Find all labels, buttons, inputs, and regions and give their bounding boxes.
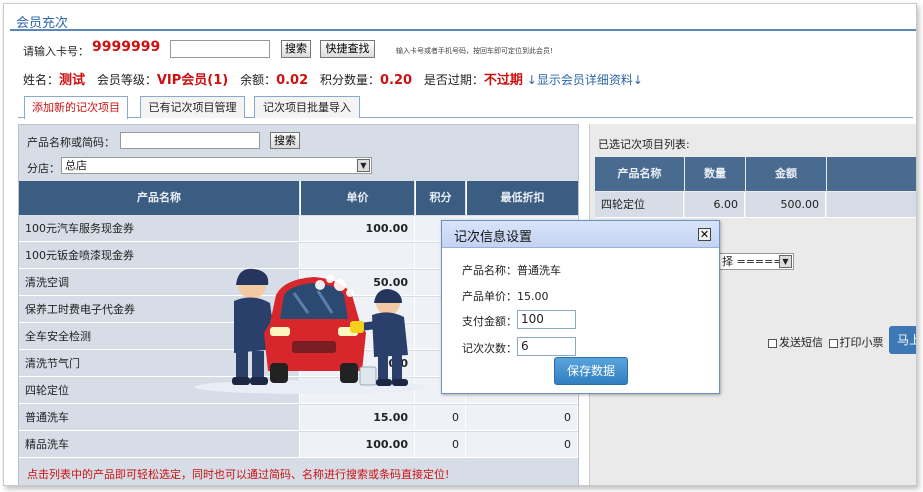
card-value: 9999999 — [92, 39, 161, 55]
app-window: 会员充次 请输入卡号： 9999999 搜索 快捷查找 输入卡号或者手机号码，按… — [3, 3, 917, 486]
balance-label: 余额： — [240, 73, 277, 87]
store-select[interactable]: 总店 ▼ — [61, 157, 372, 174]
expired-label: 是否过期： — [423, 73, 484, 87]
product-row-disc: 0 — [466, 432, 578, 458]
product-row-name[interactable]: 100元汽车服务现金券 — [19, 216, 300, 242]
sms-label: 发送短信 — [779, 336, 823, 349]
count-times-input[interactable]: 6 — [517, 337, 576, 356]
product-row-name[interactable]: 普通洗车 — [19, 405, 300, 431]
product-row-price: 100.00 — [300, 216, 415, 242]
product-hint: 点击列表中的产品即可轻松选定，同时也可以通过简码、名称进行搜索或条码直接定位! — [27, 468, 450, 481]
sel-row-name[interactable]: 四轮定位 — [595, 192, 684, 218]
sel-header-extra — [827, 157, 916, 191]
product-row-points: 0 — [415, 432, 466, 458]
name-value: 测试 — [59, 73, 86, 88]
product-row-points: 0 — [415, 405, 466, 431]
name-label: 姓名： — [23, 73, 60, 87]
page-header: 会员充次 — [10, 9, 916, 31]
option-select[interactable]: 择 ===== ▼ — [718, 253, 794, 270]
car-wash-illustration — [194, 268, 426, 394]
level-value: VIP会员(1) — [156, 73, 229, 88]
member-search-button[interactable]: 搜索 — [281, 40, 311, 58]
level-label: 会员等级： — [96, 73, 157, 87]
sel-row-qty: 6.00 — [685, 192, 745, 218]
tab-manage-items[interactable]: 已有记次项目管理 — [140, 96, 245, 118]
card-input[interactable] — [170, 40, 270, 58]
chevron-down-icon: ▼ — [779, 255, 792, 268]
balance-value: 0.02 — [276, 73, 309, 88]
dialog-title: 记次信息设置 — [454, 230, 533, 245]
print-checkbox[interactable] — [828, 338, 838, 348]
sel-row-extra — [827, 192, 916, 218]
product-search-button[interactable]: 搜索 — [270, 132, 300, 149]
save-data-button[interactable]: 保存数据 — [554, 357, 628, 385]
sms-option[interactable]: 发送短信 打印小票 — [768, 334, 884, 350]
store-label: 分店： — [27, 162, 60, 175]
pay-amount-label: 支付金额： — [462, 315, 517, 328]
store-select-value: 总店 — [65, 159, 87, 172]
tab-add-item[interactable]: 添加新的记次项目 — [24, 96, 128, 119]
dialog-header: 记次信息设置 ✕ — [442, 221, 719, 248]
tab-bar: 添加新的记次项目 已有记次项目管理 记次项目批量导入 — [18, 96, 913, 119]
close-icon[interactable]: ✕ — [698, 228, 711, 241]
sms-checkbox[interactable] — [768, 338, 777, 348]
sel-header-qty: 数量 — [685, 157, 745, 191]
print-label: 打印小票 — [839, 336, 884, 349]
dialog-price: 产品单价：15.00 — [462, 288, 549, 304]
tab-batch-import[interactable]: 记次项目批量导入 — [254, 96, 360, 118]
member-info: 姓名：测试 会员等级：VIP会员(1) 余额：0.02 积分数量：0.20 是否… — [23, 69, 643, 88]
col-header-points: 积分 — [415, 181, 465, 215]
chevron-down-icon: ▼ — [357, 159, 370, 172]
points-value: 0.20 — [380, 73, 413, 88]
points-label: 积分数量： — [319, 73, 380, 87]
product-row-price: 100.00 — [300, 432, 415, 458]
product-price-value: 15.00 — [517, 290, 549, 303]
card-hint: 输入卡号或者手机号码，按回车即可定位到此会员! — [396, 47, 553, 55]
option-select-value: 择 ===== — [722, 255, 783, 268]
product-search-label: 产品名称或简码： — [27, 136, 115, 149]
sel-row-amount: 500.00 — [746, 192, 826, 218]
product-search-input[interactable] — [120, 132, 260, 149]
sel-header-amount: 金额 — [746, 157, 826, 191]
product-price-label: 产品单价： — [462, 290, 517, 303]
page-title: 会员充次 — [16, 16, 69, 31]
sel-header-name: 产品名称 — [595, 157, 684, 191]
product-row-price: 15.00 — [300, 405, 415, 431]
product-name-label: 产品名称： — [462, 264, 517, 277]
member-detail-link[interactable]: ↓显示会员详细资料↓ — [527, 73, 643, 87]
product-name-value: 普通洗车 — [517, 264, 561, 277]
dialog-product: 产品名称：普通洗车 — [462, 262, 561, 278]
submit-button[interactable]: 马上 — [889, 326, 916, 354]
col-header-name: 产品名称 — [19, 181, 299, 215]
product-row-name[interactable]: 精品洗车 — [19, 432, 300, 458]
count-times-label: 记次次数： — [462, 342, 517, 355]
col-header-price: 单价 — [300, 181, 414, 215]
expired-value: 不过期 — [483, 73, 523, 88]
selected-list-title: 已选记次项目列表: — [598, 138, 690, 151]
pay-amount-input[interactable]: 100 — [517, 310, 576, 329]
quick-find-button[interactable]: 快捷查找 — [320, 40, 375, 58]
col-header-discount: 最低折扣 — [466, 181, 578, 215]
product-row-disc: 0 — [466, 405, 578, 431]
count-settings-dialog: 记次信息设置 ✕ 产品名称：普通洗车 产品单价：15.00 支付金额： 100 … — [441, 220, 720, 394]
card-label: 请输入卡号： — [23, 45, 89, 58]
